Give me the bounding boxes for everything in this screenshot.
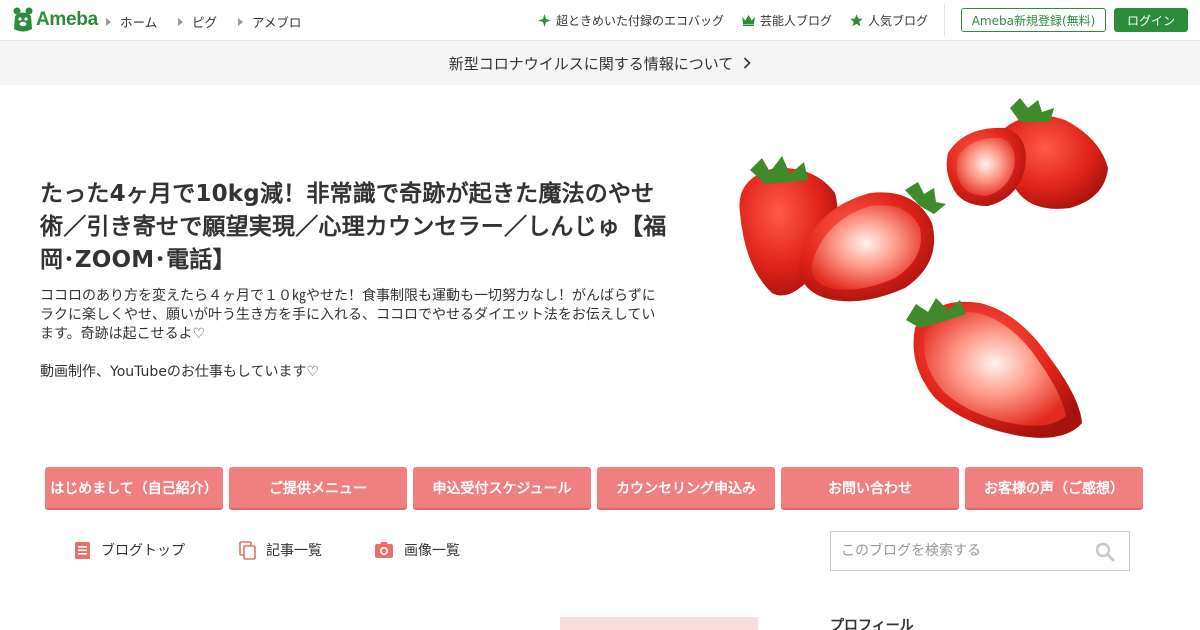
profile-heading: プロフィール [830, 618, 914, 630]
nav-pigg-label: ピグ [192, 15, 218, 30]
login-button[interactable]: ログイン [1114, 8, 1188, 32]
nav-pigg[interactable]: ピグ [178, 12, 217, 31]
celebrity-blog-label: 芸能人ブログ [760, 14, 833, 28]
image-list-link[interactable]: 画像一覧 [374, 540, 460, 560]
header-divider [944, 4, 945, 36]
sparkle-icon [538, 14, 551, 27]
caret-right-icon [106, 18, 111, 26]
covid-notice-banner[interactable]: 新型コロナウイルスに関する情報について [0, 41, 1200, 85]
blog-search-input[interactable] [831, 532, 1091, 570]
caret-right-icon [178, 18, 183, 26]
ameba-logo[interactable]: Ameba [12, 7, 98, 33]
blog-top-link[interactable]: ブログトップ [74, 540, 185, 560]
nav-home[interactable]: ホーム [106, 12, 157, 31]
blog-top-label: ブログトップ [101, 543, 185, 559]
ecobag-link[interactable]: 超ときめいた付録のエコバッグ [538, 12, 724, 29]
menu-counseling-button[interactable]: カウンセリング申込み [597, 467, 775, 508]
nav-ameblo[interactable]: アメブロ [238, 12, 301, 31]
content-header-bar [560, 617, 758, 630]
article-list-label: 記事一覧 [266, 543, 322, 559]
blog-search-box [830, 531, 1130, 571]
global-header: Ameba ホーム ピグ アメブロ 超ときめいた付録のエコバッグ 芸能人ブログ … [0, 0, 1200, 41]
menu-schedule-button[interactable]: 申込受付スケジュール [413, 467, 591, 508]
caret-right-icon [238, 18, 243, 26]
star-icon [850, 14, 863, 27]
article-list-link[interactable]: 記事一覧 [239, 540, 322, 560]
nav-ameblo-label: アメブロ [252, 15, 302, 30]
celebrity-blog-link[interactable]: 芸能人ブログ [742, 12, 832, 29]
menu-services-button[interactable]: ご提供メニュー [229, 467, 407, 508]
ameba-mascot-icon [13, 7, 33, 32]
register-button[interactable]: Ameba新規登録(無料) [961, 8, 1106, 32]
blog-menu: はじめまして（自己紹介） ご提供メニュー 申込受付スケジュール カウンセリング申… [45, 467, 1143, 508]
popular-blog-link[interactable]: 人気ブログ [850, 12, 928, 29]
image-list-label: 画像一覧 [404, 543, 460, 559]
menu-testimonials-button[interactable]: お客様の声（ご感想） [965, 467, 1143, 508]
document-icon [75, 541, 90, 559]
ecobag-link-label: 超ときめいた付録のエコバッグ [556, 14, 725, 28]
logo-text: Ameba [36, 9, 98, 30]
copy-icon [239, 540, 256, 560]
nav-home-label: ホーム [120, 15, 158, 30]
covid-notice-text: 新型コロナウイルスに関する情報について [448, 54, 734, 73]
menu-introduction-button[interactable]: はじめまして（自己紹介） [45, 467, 223, 508]
popular-blog-label: 人気ブログ [868, 14, 929, 28]
menu-contact-button[interactable]: お問い合わせ [781, 467, 959, 508]
crown-icon [742, 15, 755, 26]
camera-icon [375, 542, 393, 558]
search-icon[interactable] [1095, 542, 1115, 562]
strawberry-pair-top-right [946, 98, 1108, 209]
blog-description: ココロのあり方を変えたら４ヶ月で１０㎏やせた！食事制限も運動も一切努力なし！がん… [40, 288, 656, 380]
blog-title[interactable]: たった4ヶ月で10kg減！非常識で奇跡が起きた魔法のやせ術／引き寄せで願望実現／… [40, 178, 670, 277]
half-strawberry-bottom [906, 298, 1082, 438]
strawberries-hero-image [739, 98, 1108, 438]
chevron-right-icon [744, 57, 751, 69]
